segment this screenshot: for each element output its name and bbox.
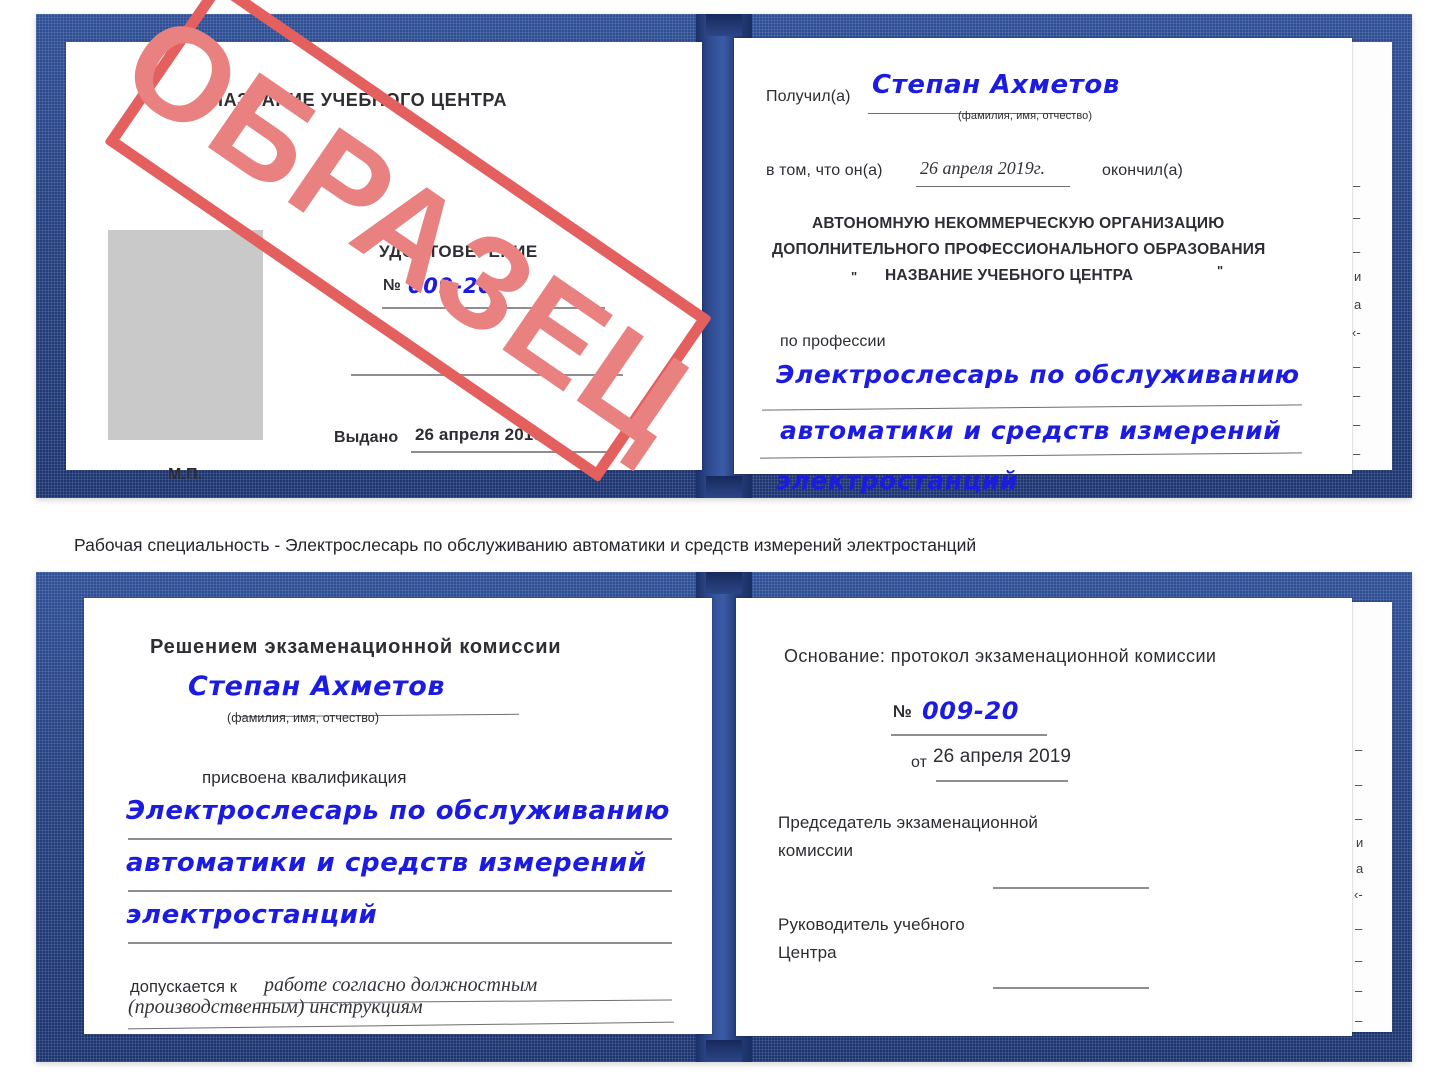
- received-label: Получил(а): [766, 88, 851, 105]
- organization-quote-open: ": [851, 269, 858, 284]
- qualification-line-2: автоматики и средств измерений: [126, 848, 647, 878]
- front-left-page: НАЗВАНИЕ УЧЕБНОГО ЦЕНТРА УДОСТОВЕРЕНИЕ №…: [66, 42, 702, 483]
- profession-rule-1: [762, 404, 1302, 411]
- margin-fragment: –: [1353, 388, 1361, 403]
- issued-value: 26 апреля 2019: [415, 425, 543, 444]
- seal-label: М.П.: [168, 466, 203, 483]
- margin-fragment: –: [1355, 921, 1363, 936]
- margin-fragment: и: [1354, 269, 1362, 284]
- organization-line-1: АВТОНОМНУЮ НЕКОММЕРЧЕСКУЮ ОРГАНИЗАЦИЮ: [812, 215, 1225, 232]
- issued-rule: [411, 451, 607, 453]
- basis-label: Основание: протокол экзаменационной коми…: [784, 646, 1217, 666]
- spine-notch-top-back: [706, 572, 742, 594]
- profession-line-3: электростанций: [776, 466, 1019, 495]
- photo-placeholder: [108, 230, 263, 440]
- completion-date-rule: [916, 186, 1070, 187]
- number-label: №: [383, 277, 401, 294]
- profession-line-2: автоматики и средств измерений: [780, 416, 1282, 445]
- qualification-rule-3: [128, 942, 672, 944]
- organization-line-2: ДОПОЛНИТЕЛЬНОГО ПРОФЕССИОНАЛЬНОГО ОБРАЗО…: [772, 241, 1266, 258]
- profession-rule-2: [760, 452, 1302, 459]
- qualification-rule-2: [128, 890, 672, 892]
- margin-fragment: –: [1355, 983, 1363, 998]
- allowed-value-2: (производственным) инструкциям: [128, 996, 423, 1018]
- protocol-date-label: от: [911, 754, 928, 771]
- margin-fragment: –: [1353, 359, 1361, 374]
- spine-notch-bottom-front: [706, 476, 742, 498]
- profession-line-1: Электрослесарь по обслуживанию: [776, 360, 1300, 389]
- certificate-front-cover: НАЗВАНИЕ УЧЕБНОГО ЦЕНТРА УДОСТОВЕРЕНИЕ №…: [36, 14, 1412, 498]
- protocol-number-rule: [891, 734, 1047, 736]
- margin-fragment: –: [1353, 417, 1361, 432]
- director-line-2: Центра: [778, 943, 837, 962]
- margin-fragment: ‹-: [1354, 887, 1363, 902]
- organization-line-3: НАЗВАНИЕ УЧЕБНОГО ЦЕНТРА: [885, 267, 1134, 284]
- received-hint: (фамилия, имя, отчество): [958, 110, 1093, 122]
- finished-label: окончил(а): [1102, 162, 1183, 179]
- caption-text: Рабочая специальность - Электрослесарь п…: [74, 535, 977, 555]
- qualification-line-1: Электрослесарь по обслуживанию: [126, 796, 670, 826]
- decision-heading: Решением экзаменационной комиссии: [150, 636, 562, 658]
- allowed-value-1: работе согласно должностным: [264, 974, 538, 996]
- margin-fragment: и: [1356, 835, 1364, 850]
- margin-fragment: –: [1355, 1013, 1363, 1028]
- profession-label: по профессии: [780, 333, 886, 350]
- director-line-1: Руководитель учебного: [778, 915, 965, 934]
- chairman-line-1: Председатель экзаменационной: [778, 813, 1038, 832]
- margin-fragment: –: [1353, 210, 1361, 225]
- margin-fragment: –: [1353, 446, 1361, 461]
- allowed-label: допускается к: [130, 978, 238, 996]
- back-right-page: Основание: протокол экзаменационной коми…: [736, 598, 1352, 1036]
- center-title: НАЗВАНИЕ УЧЕБНОГО ЦЕНТРА: [210, 90, 508, 110]
- chairman-line-2: комиссии: [778, 841, 854, 860]
- margin-fragment: –: [1355, 811, 1363, 826]
- protocol-date-value: 26 апреля 2019: [933, 746, 1072, 767]
- back-left-page: Решением экзаменационной комиссии Степан…: [84, 598, 712, 1034]
- organization-quote-close: ": [1217, 263, 1224, 278]
- spine-notch-top-front: [706, 14, 742, 36]
- margin-fragment: ‹-: [1352, 325, 1361, 340]
- spine-notch-bottom-back: [706, 1040, 742, 1062]
- margin-fragment: а: [1354, 297, 1362, 312]
- certificate-back-cover: Решением экзаменационной комиссии Степан…: [36, 572, 1412, 1062]
- margin-fragment: –: [1355, 742, 1363, 757]
- protocol-number-value: 009-20: [922, 697, 1020, 725]
- qualification-rule-1: [128, 838, 672, 840]
- front-right-page: Получил(а) Степан Ахметов (фамилия, имя,…: [734, 38, 1352, 495]
- received-value: Степан Ахметов: [872, 70, 1120, 100]
- protocol-date-rule: [936, 780, 1068, 782]
- director-signature-rule: [993, 987, 1149, 989]
- allowed-rule-2: [128, 1021, 674, 1030]
- margin-fragment: –: [1353, 244, 1361, 259]
- number-rule: [382, 307, 605, 309]
- margin-fragment: –: [1355, 953, 1363, 968]
- margin-fragment: а: [1356, 861, 1364, 876]
- recipient-name: Степан Ахметов: [188, 671, 446, 702]
- blank-rule-middle: [351, 374, 623, 376]
- recipient-name-hint: (фамилия, имя, отчество): [227, 711, 380, 725]
- number-value: 009-20: [408, 274, 494, 298]
- chairman-signature-rule: [993, 887, 1149, 889]
- issued-label: Выдано: [334, 429, 399, 446]
- qualification-label: присвоена квалификация: [202, 768, 407, 787]
- document-type-label: УДОСТОВЕРЕНИЕ: [379, 242, 538, 261]
- completion-date-value: 26 апреля 2019г.: [920, 158, 1046, 178]
- protocol-number-label: №: [893, 702, 913, 721]
- in-that-label: в том, что он(а): [766, 162, 883, 179]
- qualification-line-3: электростанций: [126, 900, 378, 930]
- margin-fragment: –: [1353, 178, 1361, 193]
- margin-fragment: –: [1355, 777, 1363, 792]
